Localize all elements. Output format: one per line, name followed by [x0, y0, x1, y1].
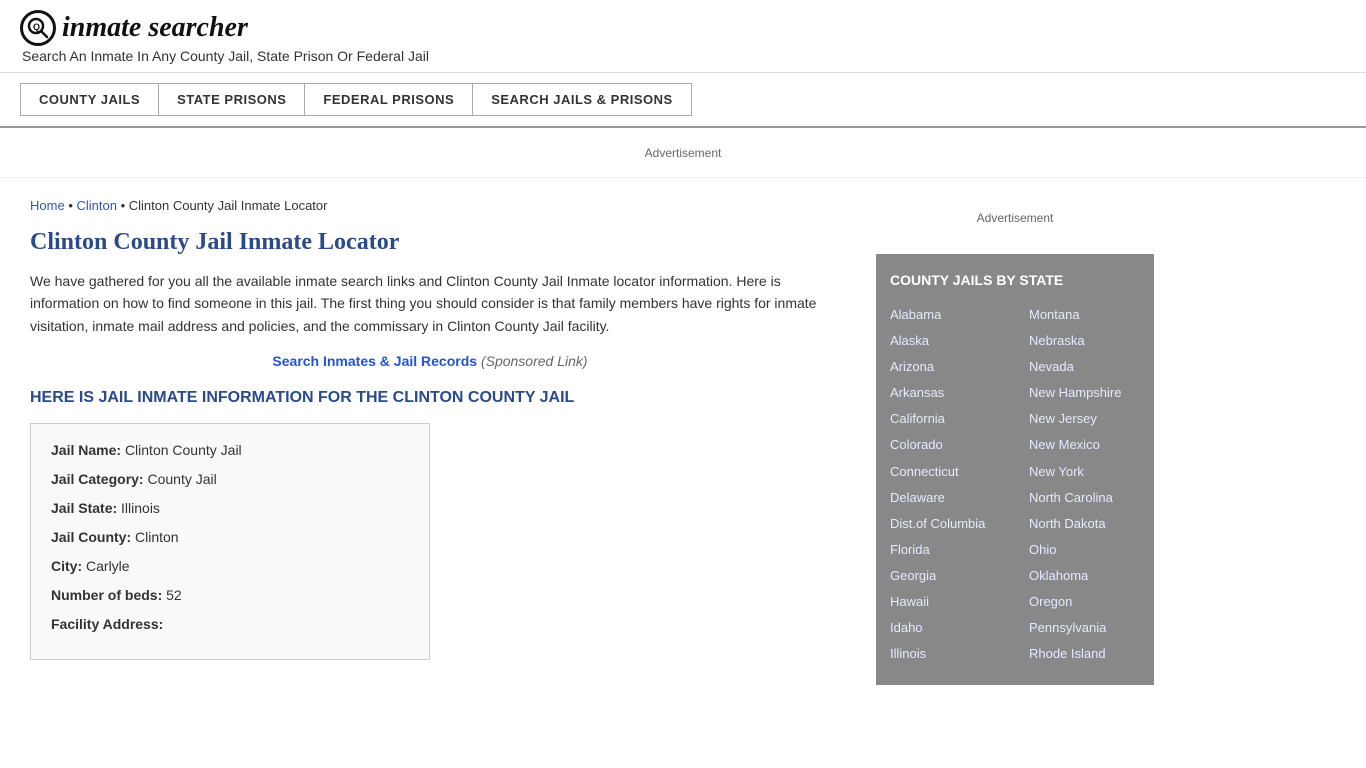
- state-box-header: COUNTY JAILS BY STATE: [876, 264, 1154, 298]
- state-link[interactable]: Delaware: [890, 485, 1001, 511]
- breadcrumb-current: Clinton County Jail Inmate Locator: [129, 198, 328, 213]
- state-link[interactable]: New Jersey: [1029, 406, 1140, 432]
- state-link[interactable]: Georgia: [890, 563, 1001, 589]
- jail-city-row: City: Carlyle: [51, 556, 409, 577]
- jail-category-val: County Jail: [147, 471, 216, 487]
- nav-county-jails[interactable]: COUNTY JAILS: [20, 83, 158, 116]
- state-link[interactable]: Florida: [890, 537, 1001, 563]
- sponsored-link-container: Search Inmates & Jail Records (Sponsored…: [30, 353, 830, 369]
- state-link[interactable]: Hawaii: [890, 589, 1001, 615]
- nav-bar: COUNTY JAILS STATE PRISONS FEDERAL PRISO…: [0, 73, 1366, 128]
- state-link[interactable]: North Dakota: [1029, 511, 1140, 537]
- jail-name-label: Jail Name:: [51, 442, 121, 458]
- top-ad-banner: Advertisement: [0, 128, 1366, 178]
- state-link[interactable]: Alaska: [890, 328, 1001, 354]
- nav-state-prisons[interactable]: STATE PRISONS: [158, 83, 304, 116]
- state-link[interactable]: Rhode Island: [1029, 641, 1140, 667]
- state-link[interactable]: New Hampshire: [1029, 380, 1140, 406]
- state-link[interactable]: Ohio: [1029, 537, 1140, 563]
- logo-text: inmate searcher: [62, 12, 248, 44]
- state-link[interactable]: Arizona: [890, 354, 1001, 380]
- jail-county-val: Clinton: [135, 529, 179, 545]
- site-tagline: Search An Inmate In Any County Jail, Sta…: [20, 48, 1346, 64]
- state-link[interactable]: Illinois: [890, 641, 1001, 667]
- main-layout: Home • Clinton • Clinton County Jail Inm…: [0, 178, 1366, 705]
- sidebar-ad-label: Advertisement: [977, 211, 1054, 225]
- jail-beds-val: 52: [166, 587, 182, 603]
- state-link[interactable]: Connecticut: [890, 459, 1001, 485]
- jail-category-row: Jail Category: County Jail: [51, 469, 409, 490]
- nav-search-jails-prisons[interactable]: SEARCH JAILS & PRISONS: [472, 83, 691, 116]
- state-link[interactable]: Colorado: [890, 432, 1001, 458]
- state-link[interactable]: Dist.of Columbia: [890, 511, 1001, 537]
- jail-county-label: Jail County:: [51, 529, 131, 545]
- jail-beds-label: Number of beds:: [51, 587, 162, 603]
- sidebar: Advertisement COUNTY JAILS BY STATE Alab…: [860, 178, 1170, 705]
- state-link[interactable]: Arkansas: [890, 380, 1001, 406]
- state-link[interactable]: Alabama: [890, 302, 1001, 328]
- state-link[interactable]: Montana: [1029, 302, 1140, 328]
- sidebar-ad: Advertisement: [876, 198, 1154, 238]
- state-link[interactable]: Oklahoma: [1029, 563, 1140, 589]
- state-link[interactable]: New York: [1029, 459, 1140, 485]
- jail-address-row: Facility Address:: [51, 614, 409, 635]
- jail-city-val: Carlyle: [86, 558, 130, 574]
- logo-area: Q inmate searcher: [20, 10, 1346, 46]
- sponsored-suffix-text: (Sponsored Link): [481, 353, 588, 369]
- state-box: COUNTY JAILS BY STATE AlabamaAlaskaArizo…: [876, 254, 1154, 685]
- page-description: We have gathered for you all the availab…: [30, 270, 830, 337]
- jail-state-row: Jail State: Illinois: [51, 498, 409, 519]
- state-link[interactable]: Oregon: [1029, 589, 1140, 615]
- breadcrumb-state[interactable]: Clinton: [76, 198, 116, 213]
- page-title: Clinton County Jail Inmate Locator: [30, 229, 830, 256]
- jail-beds-row: Number of beds: 52: [51, 585, 409, 606]
- jail-info-box: Jail Name: Clinton County Jail Jail Cate…: [30, 423, 430, 660]
- state-link[interactable]: Nevada: [1029, 354, 1140, 380]
- svg-text:Q: Q: [33, 22, 40, 32]
- state-columns: AlabamaAlaskaArizonaArkansasCaliforniaCo…: [876, 298, 1154, 675]
- jail-name-val: Clinton County Jail: [125, 442, 242, 458]
- state-link[interactable]: New Mexico: [1029, 432, 1140, 458]
- jail-name-row: Jail Name: Clinton County Jail: [51, 440, 409, 461]
- nav-federal-prisons[interactable]: FEDERAL PRISONS: [304, 83, 472, 116]
- jail-city-label: City:: [51, 558, 82, 574]
- state-col-right: MontanaNebraskaNevadaNew HampshireNew Je…: [1015, 298, 1154, 675]
- state-col-left: AlabamaAlaskaArizonaArkansasCaliforniaCo…: [876, 298, 1015, 675]
- main-content: Home • Clinton • Clinton County Jail Inm…: [0, 178, 860, 705]
- state-link[interactable]: North Carolina: [1029, 485, 1140, 511]
- state-link[interactable]: Pennsylvania: [1029, 615, 1140, 641]
- ad-label: Advertisement: [645, 146, 722, 160]
- site-header: Q inmate searcher Search An Inmate In An…: [0, 0, 1366, 73]
- jail-address-label: Facility Address:: [51, 616, 163, 632]
- jail-category-label: Jail Category:: [51, 471, 144, 487]
- jail-state-label: Jail State:: [51, 500, 117, 516]
- sponsored-link[interactable]: Search Inmates & Jail Records: [272, 353, 477, 369]
- info-section-header: HERE IS JAIL INMATE INFORMATION FOR THE …: [30, 389, 830, 407]
- logo-inmate: inmate searcher: [62, 12, 248, 43]
- breadcrumb: Home • Clinton • Clinton County Jail Inm…: [30, 198, 830, 213]
- jail-county-row: Jail County: Clinton: [51, 527, 409, 548]
- logo-icon: Q: [20, 10, 56, 46]
- state-link[interactable]: California: [890, 406, 1001, 432]
- jail-state-val: Illinois: [121, 500, 160, 516]
- breadcrumb-sep2: •: [121, 198, 129, 213]
- breadcrumb-home[interactable]: Home: [30, 198, 65, 213]
- state-link[interactable]: Nebraska: [1029, 328, 1140, 354]
- state-link[interactable]: Idaho: [890, 615, 1001, 641]
